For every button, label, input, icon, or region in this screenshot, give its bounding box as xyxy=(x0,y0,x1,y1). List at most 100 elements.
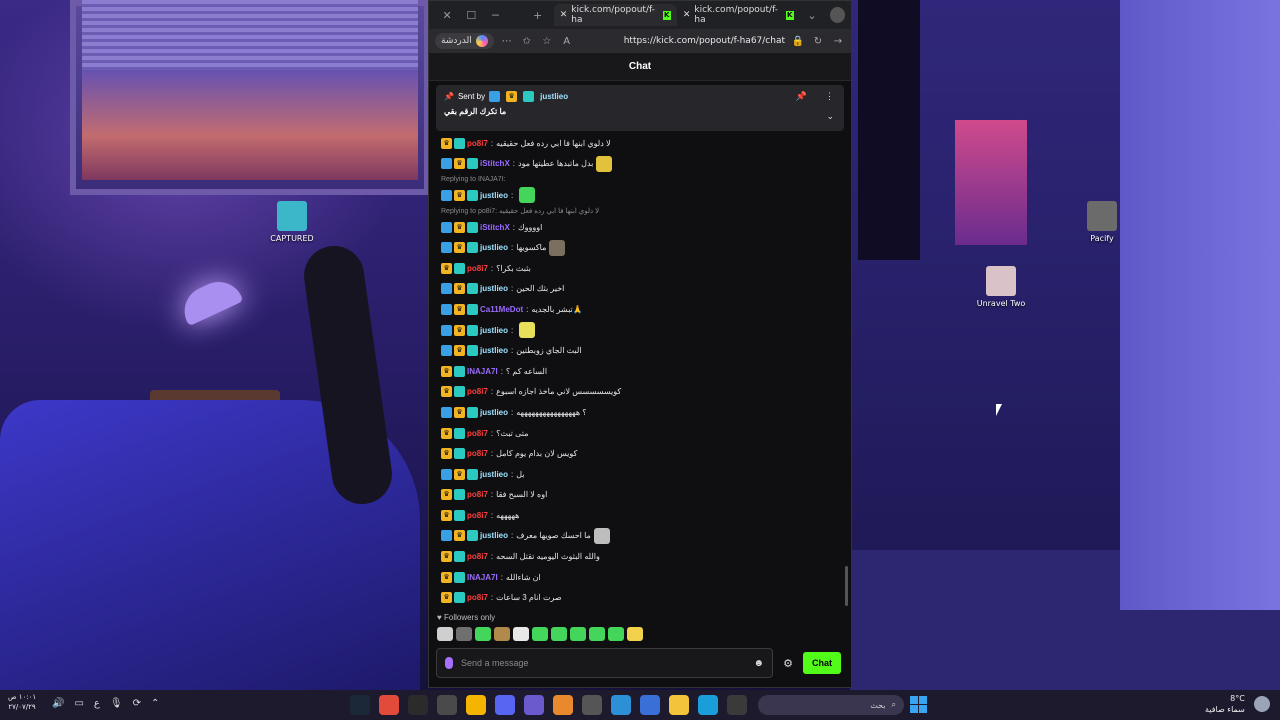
quick-emote[interactable] xyxy=(475,627,491,641)
new-tab-icon[interactable]: + xyxy=(526,9,550,22)
quick-emote[interactable] xyxy=(570,627,586,641)
settings-icon[interactable] xyxy=(437,695,457,715)
emote-image[interactable] xyxy=(596,155,613,172)
edge-dev-icon[interactable] xyxy=(611,695,631,715)
reply-context[interactable]: Replying to INAJA7I: xyxy=(441,174,841,185)
tab-kick-chat-2[interactable]: ✕ kick.com/popout/f-ha K xyxy=(677,4,800,26)
desktop-icon-unravel-two[interactable]: Unravel Two xyxy=(969,266,1033,308)
copilot-button[interactable]: الدردشة xyxy=(435,33,494,49)
chat-username[interactable]: justlieo xyxy=(480,191,508,200)
favorites-icon[interactable]: ✩ xyxy=(520,36,534,47)
chat-scrollbar[interactable] xyxy=(845,566,848,606)
clock[interactable]: ١٠:٠١ ص ٢٧/٠٧/٢٩ xyxy=(8,692,36,712)
weather-widget[interactable]: 8°C سماء صافية xyxy=(1205,693,1245,715)
volume-icon[interactable]: 🔊 xyxy=(52,698,64,709)
chevron-down-icon[interactable]: ⌄ xyxy=(826,111,834,122)
quick-emote[interactable] xyxy=(589,627,605,641)
forward-icon[interactable]: → xyxy=(831,36,845,47)
close-window-icon[interactable]: ✕ xyxy=(435,9,459,22)
chat-username[interactable]: INAJA7I xyxy=(467,573,498,582)
obs-icon[interactable] xyxy=(408,695,428,715)
chat-username[interactable]: justlieo xyxy=(480,470,508,479)
aimp-icon[interactable] xyxy=(553,695,573,715)
emote-image[interactable] xyxy=(549,239,566,256)
quick-emote[interactable] xyxy=(551,627,567,641)
mic-tray-icon[interactable]: 🎙 xyxy=(110,698,123,709)
taskbar-apps xyxy=(350,695,747,715)
kebab-menu-icon[interactable]: ⋮ xyxy=(825,91,834,102)
chat-username[interactable]: justlieo xyxy=(480,243,508,252)
chat-username[interactable]: po8i7 xyxy=(467,429,488,438)
language-indicator[interactable]: ع xyxy=(94,698,100,709)
chat-username[interactable]: po8i7 xyxy=(467,511,488,520)
verified-badge-icon xyxy=(441,345,452,357)
pin-toggle-icon[interactable]: 📌 xyxy=(796,91,807,102)
sync-icon[interactable]: ⟳ xyxy=(133,698,141,709)
emoji-icon[interactable]: ☻ xyxy=(753,658,764,669)
quick-emote[interactable] xyxy=(494,627,510,641)
refresh-icon[interactable]: ↻ xyxy=(811,36,825,47)
chevron-up-icon[interactable]: ⌃ xyxy=(151,698,159,709)
chat-username[interactable]: justlieo xyxy=(480,346,508,355)
emote-image[interactable] xyxy=(519,322,536,339)
quick-emote[interactable] xyxy=(456,627,472,641)
tab-close-icon[interactable]: ✕ xyxy=(683,10,691,20)
chat-username[interactable]: po8i7 xyxy=(467,387,488,396)
microphone-icon[interactable] xyxy=(445,657,453,669)
chat-input[interactable]: Send a message ☻ xyxy=(436,648,773,678)
chat-username[interactable]: po8i7 xyxy=(467,449,488,458)
quick-emote[interactable] xyxy=(437,627,453,641)
quick-emote[interactable] xyxy=(513,627,529,641)
tab-list-chevron-icon[interactable]: ⌄ xyxy=(800,9,824,22)
desktop-icon-captured[interactable]: CAPTURED xyxy=(260,201,324,243)
chat-username[interactable]: justlieo xyxy=(480,326,508,335)
chat-username[interactable]: INAJA7I xyxy=(467,367,498,376)
reply-context[interactable]: Replying to po8i7: لا دلوي ابنها فا ابي … xyxy=(441,206,841,217)
pinned-message[interactable]: 📌 Sent by ♛ justlieo ما تكرك الرقم بقي 📌… xyxy=(436,85,844,131)
gear-icon[interactable]: ⚙ xyxy=(781,657,795,670)
tab-close-icon[interactable]: ✕ xyxy=(560,10,568,20)
desktop-icon-pacify[interactable]: Pacify xyxy=(1070,201,1134,243)
chrome-icon[interactable] xyxy=(379,695,399,715)
emote-image[interactable] xyxy=(593,527,610,544)
verified-badge-icon xyxy=(441,158,452,170)
capcut-icon[interactable] xyxy=(524,695,544,715)
read-aloud-icon[interactable]: A xyxy=(560,36,574,47)
edge-icon[interactable] xyxy=(698,695,718,715)
chat-username[interactable]: po8i7 xyxy=(467,593,488,602)
profile-avatar[interactable] xyxy=(830,7,845,23)
chat-username[interactable]: po8i7 xyxy=(467,264,488,273)
quick-emote[interactable] xyxy=(532,627,548,641)
chat-username[interactable]: justlieo xyxy=(480,284,508,293)
taskbar-search[interactable]: بحث ⌕ xyxy=(758,695,904,715)
network-icon[interactable]: ▭ xyxy=(74,698,83,709)
terminal-icon[interactable] xyxy=(727,695,747,715)
start-button[interactable] xyxy=(910,696,927,713)
app-icon[interactable] xyxy=(582,695,602,715)
tab-kick-chat[interactable]: ✕ kick.com/popout/f-ha K xyxy=(553,4,677,26)
address-bar[interactable]: https://kick.com/popout/f-ha67/chat 🔒 xyxy=(580,36,805,47)
chat-message-text: صرت انام 3 ساعات xyxy=(496,593,562,603)
quick-emote[interactable] xyxy=(627,627,643,641)
emote-image[interactable] xyxy=(519,187,536,204)
discord-icon[interactable] xyxy=(495,695,515,715)
pinned-user[interactable]: justlieo xyxy=(540,92,568,101)
chat-username[interactable]: Ca11MeDot xyxy=(480,305,523,314)
chat-username[interactable]: po8i7 xyxy=(467,490,488,499)
chat-username[interactable]: po8i7 xyxy=(467,139,488,148)
steam-icon[interactable] xyxy=(350,695,370,715)
chat-username[interactable]: iStitchX xyxy=(480,159,510,168)
more-icon[interactable]: ⋯ xyxy=(500,36,514,47)
folder-icon[interactable] xyxy=(669,695,689,715)
chat-username[interactable]: justlieo xyxy=(480,408,508,417)
star-icon[interactable]: ☆ xyxy=(540,36,554,47)
chrome-alt-icon[interactable] xyxy=(466,695,486,715)
quick-emote[interactable] xyxy=(608,627,624,641)
maximize-icon[interactable]: ☐ xyxy=(459,9,483,22)
chat-username[interactable]: iStitchX xyxy=(480,223,510,232)
chat-username[interactable]: justlieo xyxy=(480,531,508,540)
send-chat-button[interactable]: Chat xyxy=(803,652,841,674)
store-icon[interactable] xyxy=(640,695,660,715)
minimize-icon[interactable]: ─ xyxy=(483,9,507,22)
chat-username[interactable]: po8i7 xyxy=(467,552,488,561)
